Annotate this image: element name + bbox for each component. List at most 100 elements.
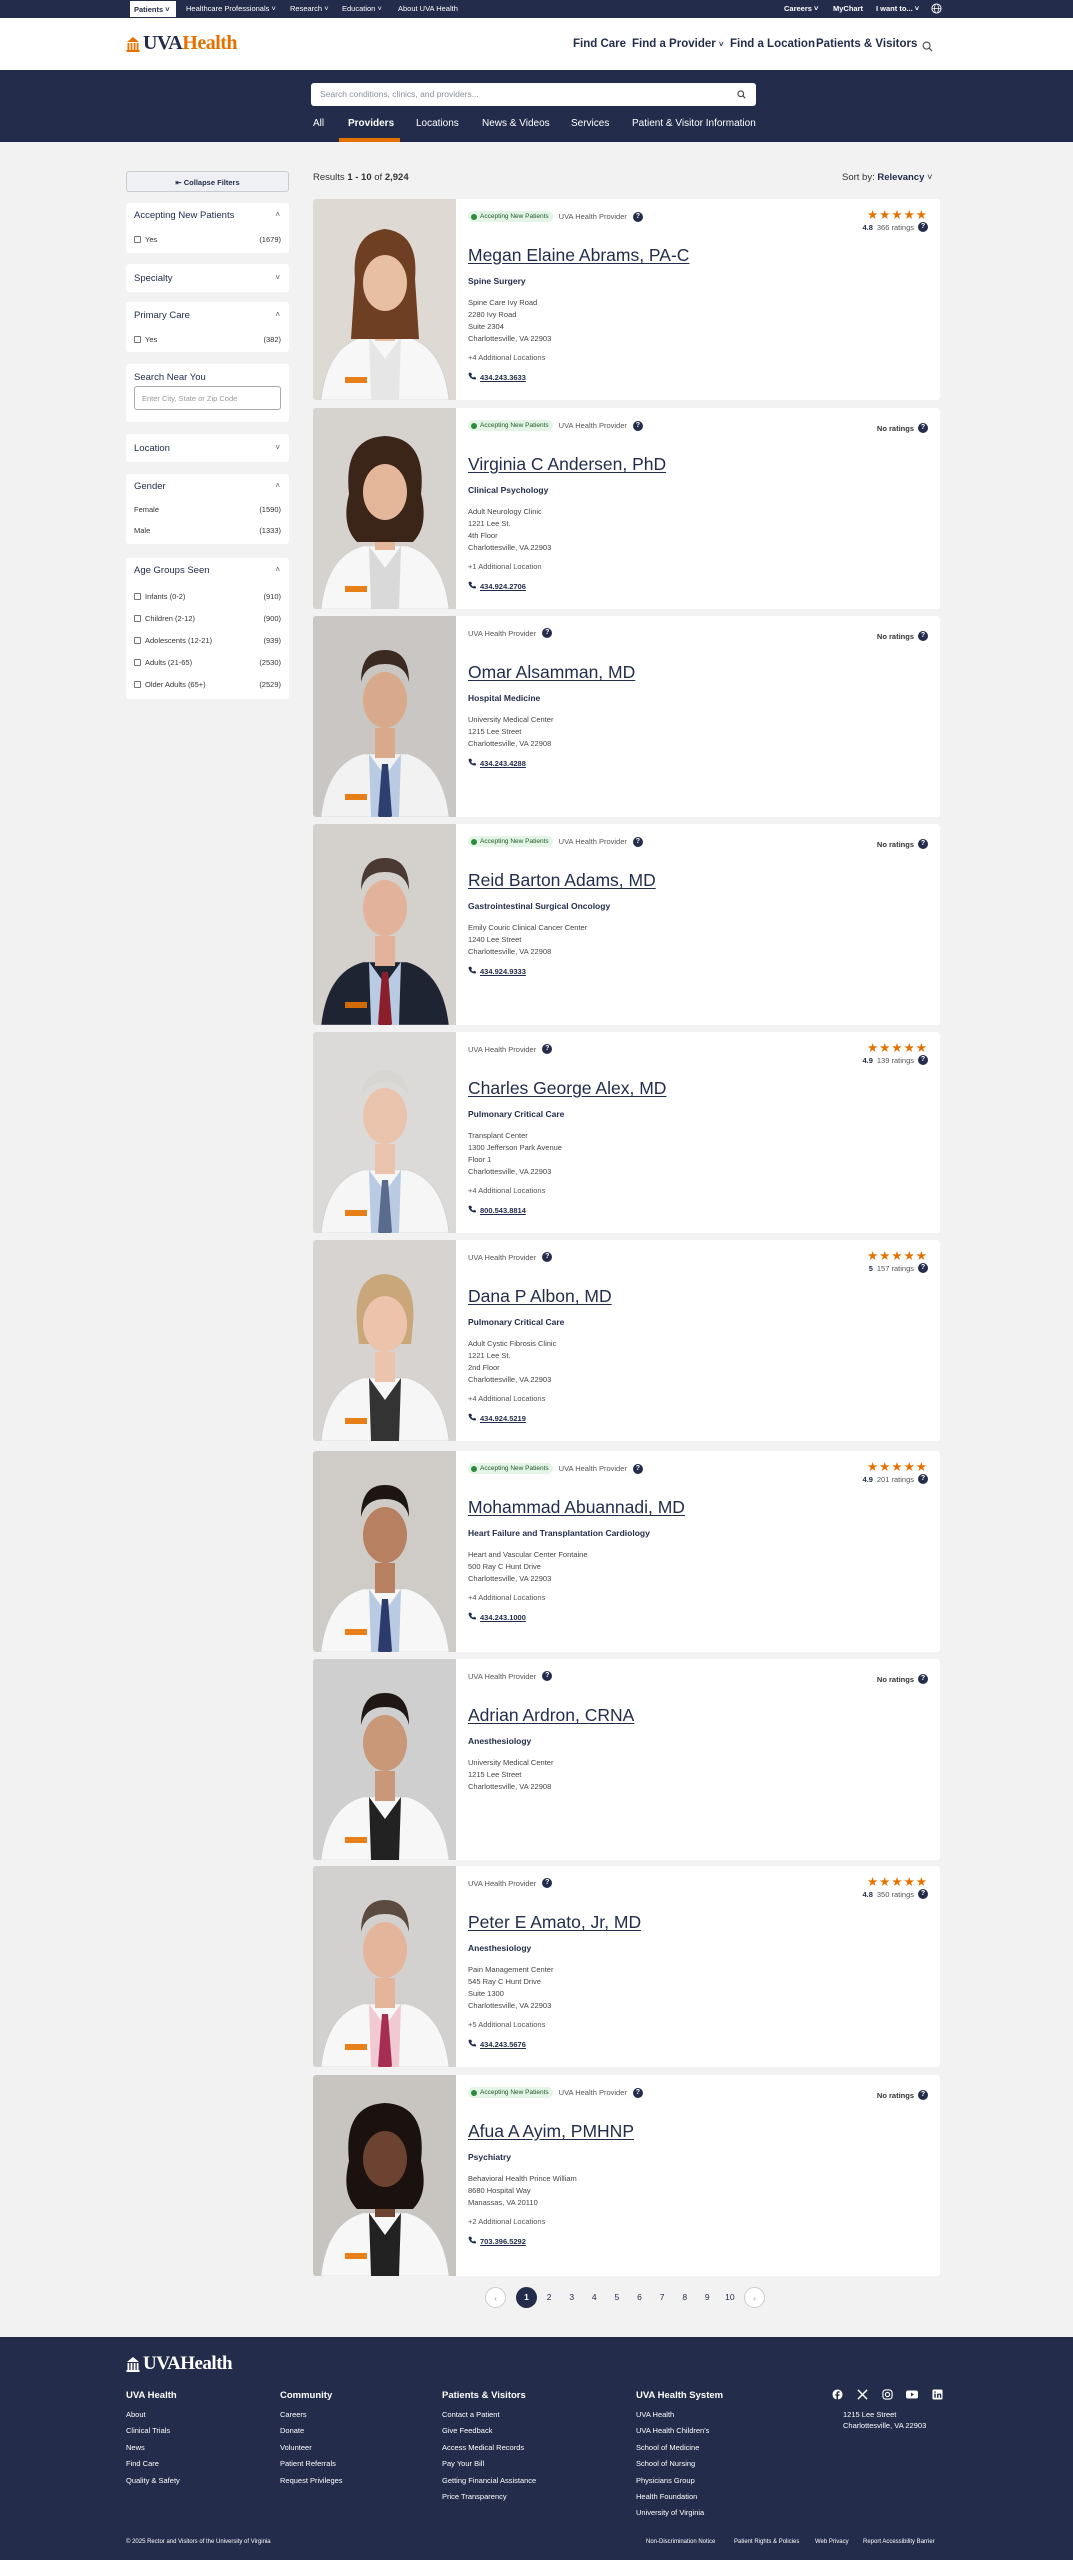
footer-link[interactable]: Access Medical Records <box>442 2440 536 2456</box>
filter-option[interactable]: Yes (1679) <box>134 235 281 244</box>
additional-locations-link[interactable]: +2 Additional Locations <box>468 2217 545 2226</box>
additional-locations-link[interactable]: +4 Additional Locations <box>468 353 545 362</box>
additional-locations-link[interactable]: +5 Additional Locations <box>468 2020 545 2029</box>
footer-link[interactable]: School of Nursing <box>636 2456 709 2472</box>
provider-phone[interactable]: 434.924.5219 <box>468 1413 526 1423</box>
footer-link[interactable]: About <box>126 2407 180 2423</box>
footer-link[interactable]: Request Privileges <box>280 2473 343 2489</box>
help-icon[interactable]: ? <box>918 1674 928 1684</box>
additional-locations-link[interactable]: +4 Additional Locations <box>468 1186 545 1195</box>
legal-link[interactable]: Non-Discrimination Notice <box>646 2539 715 2545</box>
filter-option[interactable]: Adults (21-65) (2530) <box>134 658 281 667</box>
help-icon[interactable]: ? <box>918 1474 928 1484</box>
footer-link[interactable]: Find Care <box>126 2456 180 2472</box>
filter-age-title[interactable]: Age Groups Seen <box>134 565 210 576</box>
filter-location[interactable]: Location ˅ <box>126 434 289 462</box>
page-button[interactable]: 7 <box>652 2287 673 2308</box>
footer-link[interactable]: Getting Financial Assistance <box>442 2473 536 2489</box>
nav-find-provider[interactable]: Find a Provider ˅ <box>632 38 724 50</box>
footer-link[interactable]: Clinical Trials <box>126 2423 180 2439</box>
linkedin-icon[interactable] <box>930 2389 944 2403</box>
footer-link[interactable]: University of Virginia <box>636 2505 709 2521</box>
checkbox[interactable] <box>134 593 141 600</box>
utility-education[interactable]: Education ˅ <box>342 4 382 13</box>
tab-all[interactable]: All <box>313 118 324 129</box>
help-icon[interactable]: ? <box>918 631 928 641</box>
facebook-icon[interactable] <box>830 2389 844 2403</box>
provider-name-link[interactable]: Mohammad Abuannadi, MD <box>468 1497 685 1518</box>
footer-link[interactable]: Pay Your Bill <box>442 2456 536 2472</box>
legal-link[interactable]: Web Privacy <box>815 2539 849 2545</box>
provider-name-link[interactable]: Adrian Ardron, CRNA <box>468 1705 634 1726</box>
legal-link[interactable]: Report Accessibility Barrier <box>863 2539 935 2545</box>
footer-link[interactable]: Price Transparency <box>442 2489 536 2505</box>
footer-link[interactable]: Physicians Group <box>636 2473 709 2489</box>
chevron-up-icon[interactable]: ˄ <box>275 565 280 574</box>
filter-gender-title[interactable]: Gender <box>134 481 166 492</box>
filter-option[interactable]: Male (1333) <box>134 526 281 535</box>
provider-photo[interactable] <box>313 1240 456 1441</box>
checkbox[interactable] <box>134 637 141 644</box>
prev-page-button[interactable]: ‹ <box>485 2287 506 2308</box>
checkbox[interactable] <box>134 659 141 666</box>
help-icon[interactable]: ? <box>542 1044 553 1054</box>
page-button[interactable]: 8 <box>674 2287 695 2308</box>
help-icon[interactable]: ? <box>632 1463 643 1474</box>
provider-phone[interactable]: 434.924.9333 <box>468 966 526 976</box>
page-button[interactable]: 4 <box>584 2287 605 2308</box>
provider-name-link[interactable]: Afua A Ayim, PMHNP <box>468 2121 634 2142</box>
help-icon[interactable]: ? <box>632 211 643 222</box>
search-icon[interactable] <box>922 39 933 57</box>
help-icon[interactable]: ? <box>632 2087 643 2098</box>
utility-about[interactable]: About UVA Health <box>398 4 458 13</box>
filter-option[interactable]: Older Adults (65+) (2529) <box>134 680 281 689</box>
sort-dropdown[interactable]: Sort by: Relevancy ˅ <box>842 172 933 183</box>
provider-phone[interactable]: 434.243.5676 <box>468 2039 526 2049</box>
uva-health-logo[interactable]: UVA Health <box>126 32 238 55</box>
location-input[interactable]: Enter City, State or Zip Code <box>134 386 281 410</box>
filter-option[interactable]: Infants (0-2) (910) <box>134 592 281 601</box>
footer-link[interactable]: UVA Health <box>636 2407 709 2423</box>
provider-phone[interactable]: 434.243.4288 <box>468 758 526 768</box>
footer-link[interactable]: News <box>126 2440 180 2456</box>
page-button[interactable]: 5 <box>606 2287 627 2308</box>
help-icon[interactable]: ? <box>918 2090 928 2100</box>
utility-careers[interactable]: Careers ˅ <box>784 4 818 13</box>
tab-services[interactable]: Services <box>571 118 609 129</box>
chevron-up-icon[interactable]: ˄ <box>275 210 280 219</box>
checkbox[interactable] <box>134 236 141 243</box>
provider-rating[interactable]: ★★★★★ 4.8 350 ratings? <box>862 1876 928 1899</box>
tab-news-videos[interactable]: News & Videos <box>482 118 550 129</box>
provider-photo[interactable] <box>313 616 456 817</box>
utility-research[interactable]: Research ˅ <box>290 4 329 13</box>
provider-name-link[interactable]: Dana P Albon, MD <box>468 1286 612 1307</box>
page-button[interactable]: 10 <box>719 2287 740 2308</box>
globe-icon[interactable] <box>931 3 942 16</box>
footer-link[interactable]: Quality & Safety <box>126 2473 180 2489</box>
utility-mychart[interactable]: MyChart <box>833 4 863 13</box>
help-icon[interactable]: ? <box>542 1252 553 1262</box>
nav-patients-visitors[interactable]: Patients & Visitors <box>816 38 917 50</box>
filter-specialty[interactable]: Specialty ˅ <box>126 264 289 292</box>
provider-name-link[interactable]: Omar Alsamman, MD <box>468 662 635 683</box>
filter-option[interactable]: Yes (382) <box>134 335 281 344</box>
provider-name-link[interactable]: Reid Barton Adams, MD <box>468 870 656 891</box>
provider-rating[interactable]: ★★★★★ 4.8 366 ratings? <box>862 209 928 232</box>
page-button[interactable]: 1 <box>516 2287 537 2308</box>
chevron-up-icon[interactable]: ˄ <box>275 310 280 319</box>
page-button[interactable]: 9 <box>697 2287 718 2308</box>
filter-primary-title[interactable]: Primary Care <box>134 310 190 321</box>
collapse-filters-button[interactable]: ⇤ Collapse Filters <box>126 171 289 192</box>
x-twitter-icon[interactable] <box>855 2389 869 2403</box>
checkbox[interactable] <box>134 336 141 343</box>
help-icon[interactable]: ? <box>542 628 553 638</box>
nav-find-care[interactable]: Find Care <box>573 38 626 50</box>
filter-accepting-title[interactable]: Accepting New Patients <box>134 210 234 221</box>
provider-photo[interactable] <box>313 824 456 1025</box>
footer-link[interactable]: Give Feedback <box>442 2423 536 2439</box>
help-icon[interactable]: ? <box>632 420 643 431</box>
help-icon[interactable]: ? <box>918 222 928 232</box>
help-icon[interactable]: ? <box>542 1878 553 1888</box>
next-page-button[interactable]: › <box>744 2287 765 2308</box>
provider-photo[interactable] <box>313 408 456 609</box>
